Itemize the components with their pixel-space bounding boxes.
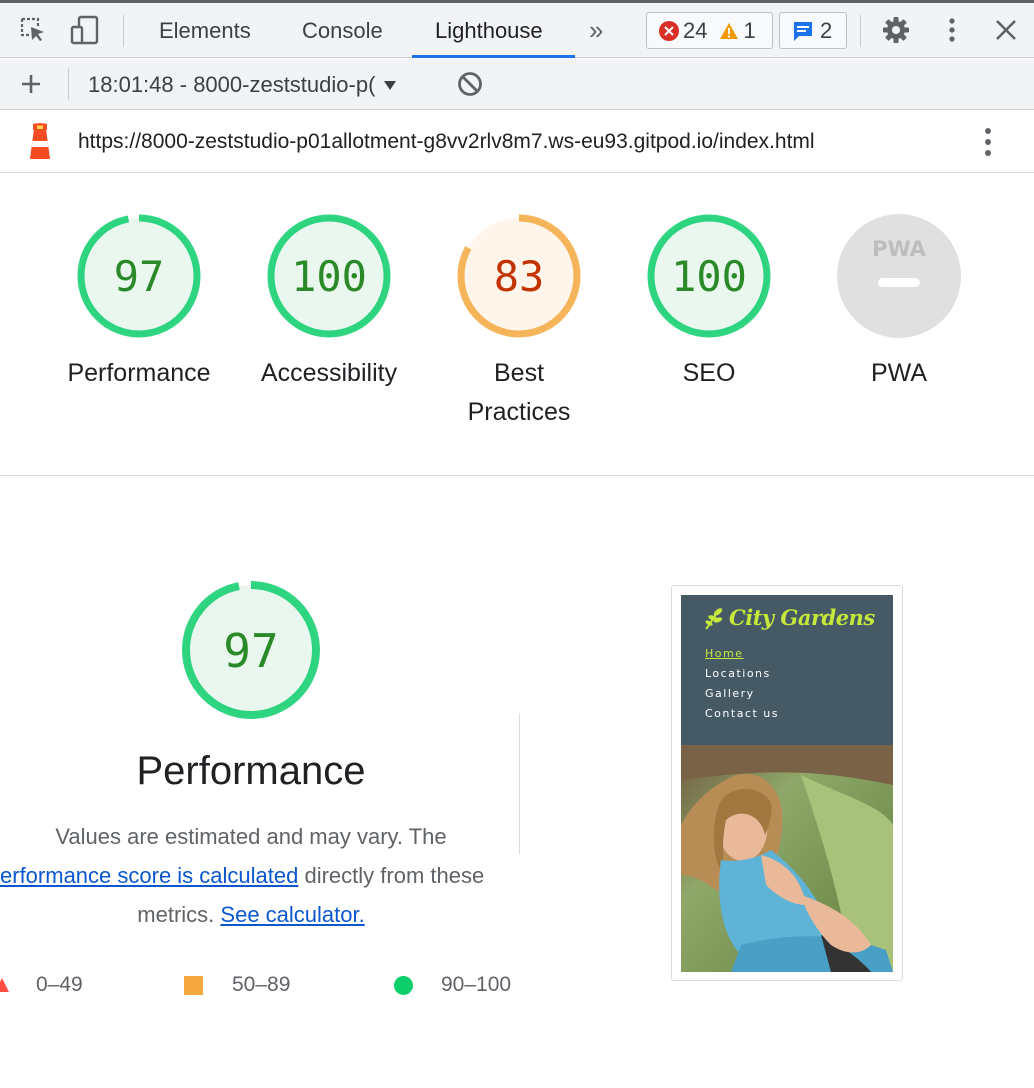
performance-large-score: 97 [223,624,278,678]
gauge-label-performance: Performance [67,359,211,387]
gauge-label-pwa: PWA [870,359,928,387]
more-options-kebab-icon[interactable] [935,13,969,47]
fail-triangle-icon [0,978,9,992]
gauge-best-practices[interactable]: 83 Best Practices [434,212,604,432]
pass-circle-icon [394,975,413,995]
pwa-badge-icon: PWA [837,214,961,338]
more-tabs-chevron-icon[interactable]: » [589,3,603,58]
best-practices-label-line2: Practices [467,398,571,426]
performance-gauge-ring: 97 [77,214,201,338]
performance-score: 97 [114,252,165,301]
devtools-toolbar: Elements Console Lighthouse » 24 1 2 [0,3,1034,58]
gauge-label-accessibility: Accessibility [260,359,398,387]
site-nav-gallery: Gallery [705,687,755,700]
message-icon [792,20,814,42]
legend-pass-range: 90–100 [441,973,512,996]
settings-gear-icon[interactable] [879,13,913,47]
see-calculator-link[interactable]: See calculator. [220,902,364,927]
seo-gauge-ring: 100 [647,214,771,338]
warning-count: 1 [743,17,756,43]
messages-counter[interactable]: 2 [779,12,847,49]
desc-prefix: Values are estimated and may vary. The [55,824,447,849]
close-devtools-icon[interactable] [989,13,1023,47]
tab-elements[interactable]: Elements [159,3,251,58]
gauge-label-seo: SEO [682,359,736,387]
clear-reports-block-icon[interactable] [453,67,487,101]
legend-average-range: 50–89 [232,973,291,996]
legend-pass: 90–100 [394,970,511,1000]
message-count: 2 [820,17,833,43]
site-nav-contact: Contact us [705,707,779,720]
toolbar-divider [123,15,124,47]
report-select-value: 18:01:48 - 8000-zeststudio-p( [88,71,376,97]
accessibility-score: 100 [291,252,367,301]
site-brand: City Gardens [729,605,875,630]
vertical-divider [519,713,520,854]
tab-console[interactable]: Console [302,3,383,58]
gauge-seo[interactable]: 100 SEO [624,212,794,393]
hero-photo-image [681,745,893,972]
performance-section: 97 Performance Values are estimated and … [0,477,1034,1088]
legend-average: 50–89 [184,970,290,1000]
leaf-logo-icon [705,608,723,630]
seo-score: 100 [671,252,747,301]
site-header: City Gardens Home Locations Gallery Cont… [681,595,893,745]
legend-fail: 0–49 [0,970,83,1000]
lighthouse-logo-icon [26,123,54,166]
error-icon [659,20,679,41]
inspect-element-icon[interactable] [16,13,50,47]
device-toolbar-icon[interactable] [68,13,102,47]
new-report-plus-icon[interactable] [14,67,48,101]
legend-fail-range: 0–49 [36,973,83,996]
performance-heading: Performance [136,749,366,793]
gauge-label-best-practices: Best Practices [434,354,604,432]
tab-lighthouse[interactable]: Lighthouse [435,3,543,58]
performance-description: Values are estimated and may vary. The p… [0,817,502,934]
performance-large-gauge: 97 [180,579,322,726]
dropdown-arrow-icon [383,79,397,91]
best-practices-label-line1: Best [493,359,545,387]
report-selector-bar: 18:01:48 - 8000-zeststudio-p( [0,59,1034,110]
error-count: 24 [683,17,708,43]
warning-icon [719,22,739,40]
best-practices-score: 83 [494,252,545,301]
final-screenshot-thumbnail[interactable]: City Gardens Home Locations Gallery Cont… [671,585,903,981]
report-select-dropdown[interactable]: 18:01:48 - 8000-zeststudio-p( [88,59,397,110]
report-menu-kebab-icon[interactable] [982,126,994,163]
screenshot-content: City Gardens Home Locations Gallery Cont… [681,595,893,972]
report-url[interactable]: https://8000-zeststudio-p01allotment-g8v… [78,111,815,173]
issues-counter[interactable]: 24 1 [646,12,773,49]
site-nav-locations: Locations [705,667,771,680]
toolbar-divider [860,15,861,47]
gauge-accessibility[interactable]: 100 Accessibility [244,212,414,393]
subbar-divider [68,68,69,100]
pwa-badge-text: PWA [872,237,927,261]
accessibility-gauge-ring: 100 [267,214,391,338]
report-url-bar: https://8000-zeststudio-p01allotment-g8v… [0,111,1034,173]
site-nav-home: Home [705,647,744,660]
average-square-icon [184,975,203,995]
gauge-pwa[interactable]: PWA PWA [814,212,984,393]
performance-score-calculated-link[interactable]: performance score is calculated [0,863,298,888]
score-gauges-row: 97 Performance 100 Accessibility 83 Best… [0,174,1034,476]
best-practices-gauge-ring: 83 [457,214,581,338]
gauge-performance[interactable]: 97 Performance [54,212,224,393]
active-tab-indicator [412,55,575,58]
